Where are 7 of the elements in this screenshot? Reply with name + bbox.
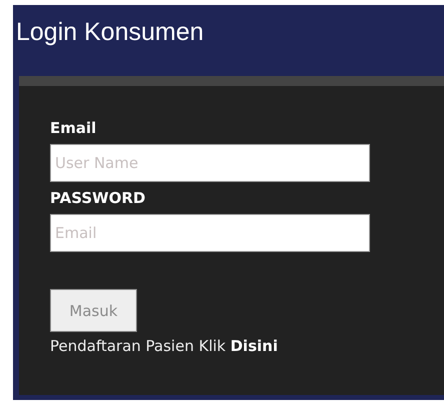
register-link[interactable]: Disini: [230, 337, 278, 355]
register-text: Pendaftaran Pasien Klik Disini: [50, 337, 278, 355]
field-label: Email: [50, 118, 96, 138]
input-field[interactable]: Email: [50, 214, 370, 252]
field-label: PASSWORD: [50, 188, 146, 208]
page-title: Login Konsumen: [16, 17, 205, 48]
input-field[interactable]: User Name: [50, 144, 370, 182]
